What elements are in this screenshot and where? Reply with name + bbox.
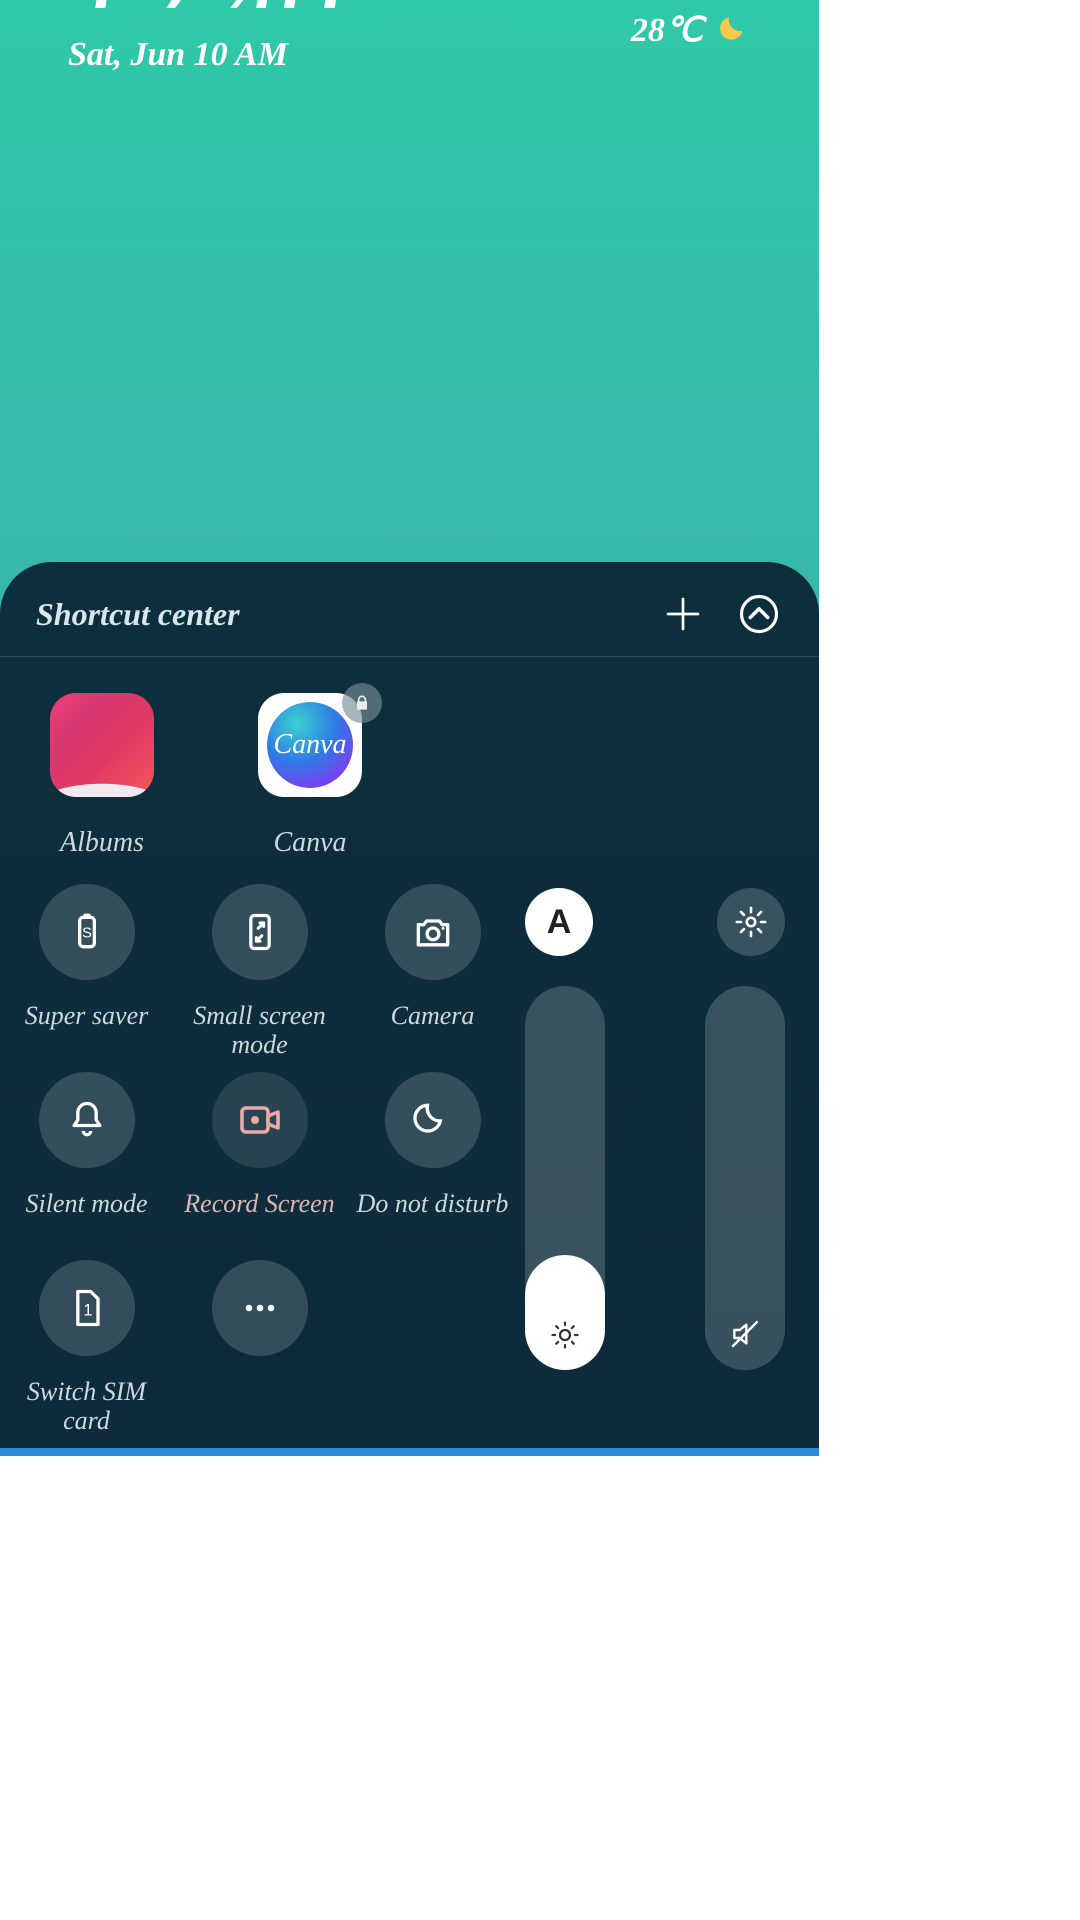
nav-bar-edge — [0, 1448, 819, 1456]
brightness-fill — [525, 1255, 605, 1370]
toggle-label: Small screen mode — [176, 1002, 344, 1059]
record-screen-icon — [236, 1096, 284, 1144]
app-label: Albums — [60, 827, 144, 859]
weather-temp: 28℃ — [631, 10, 703, 50]
small-screen-icon — [238, 910, 282, 954]
volume-slider[interactable] — [705, 986, 785, 1370]
clock-date: Sat, Jun 10 AM — [68, 36, 338, 74]
app-albums[interactable]: Albums — [50, 693, 154, 859]
svg-text:S: S — [82, 926, 92, 942]
auto-brightness-button[interactable]: A — [525, 888, 593, 956]
toggle-label: Switch SIM card — [3, 1378, 171, 1435]
brightness-icon — [550, 1320, 580, 1350]
collapse-button[interactable] — [735, 590, 783, 638]
toggle-switch-sim[interactable]: 1 Switch SIM card — [3, 1260, 171, 1448]
lock-badge — [342, 683, 382, 723]
recent-apps-row: Albums Canva Canva — [0, 657, 819, 859]
more-icon — [238, 1286, 282, 1330]
crescent-icon — [411, 1098, 455, 1142]
svg-text:1: 1 — [83, 1301, 92, 1319]
app-label: Canva — [273, 827, 346, 859]
chevron-up-circle-icon — [738, 593, 780, 635]
auto-brightness-label: A — [547, 903, 572, 942]
canva-inner-label: Canva — [267, 702, 353, 788]
add-button[interactable] — [659, 590, 707, 638]
clock-widget[interactable]: 12 40 Sat, Jun 10 AM Dehradun 28℃ — [0, 0, 819, 74]
toggle-camera[interactable]: Camera — [349, 884, 517, 1072]
bell-icon — [65, 1098, 109, 1142]
panel-title: Shortcut center — [36, 596, 631, 633]
toggle-label: Super saver — [25, 1002, 148, 1031]
toggle-more[interactable] — [176, 1260, 344, 1448]
app-canva[interactable]: Canva Canva — [258, 693, 362, 859]
toggle-super-saver[interactable]: S Super saver — [3, 884, 171, 1072]
toggle-record-screen[interactable]: Record Screen — [176, 1072, 344, 1260]
toggle-label: Silent mode — [25, 1190, 147, 1219]
albums-icon — [50, 693, 154, 797]
sim-card-icon: 1 — [65, 1286, 109, 1330]
moon-icon — [717, 13, 751, 47]
clock-time: 12 40 — [68, 0, 338, 8]
brightness-slider[interactable] — [525, 986, 605, 1370]
lock-icon — [352, 693, 372, 713]
weather-city: Dehradun — [629, 0, 751, 4]
camera-icon — [411, 910, 455, 954]
toggle-label: Camera — [391, 1002, 475, 1031]
plus-icon — [663, 594, 703, 634]
toggle-do-not-disturb[interactable]: Do not disturb — [349, 1072, 517, 1260]
toggles-grid-area: S Super saver Small screen mode Camera S… — [0, 872, 519, 1456]
toggle-small-screen[interactable]: Small screen mode — [176, 884, 344, 1072]
volume-mute-icon — [729, 1318, 761, 1350]
toggle-label: Do not disturb — [357, 1190, 509, 1219]
toggle-label: Record Screen — [184, 1190, 334, 1219]
gear-icon — [734, 905, 768, 939]
settings-button[interactable] — [717, 888, 785, 956]
panel-header: Shortcut center — [0, 590, 819, 657]
sliders-area: A — [519, 880, 819, 1456]
toggle-silent-mode[interactable]: Silent mode — [3, 1072, 171, 1260]
battery-saver-icon: S — [65, 910, 109, 954]
